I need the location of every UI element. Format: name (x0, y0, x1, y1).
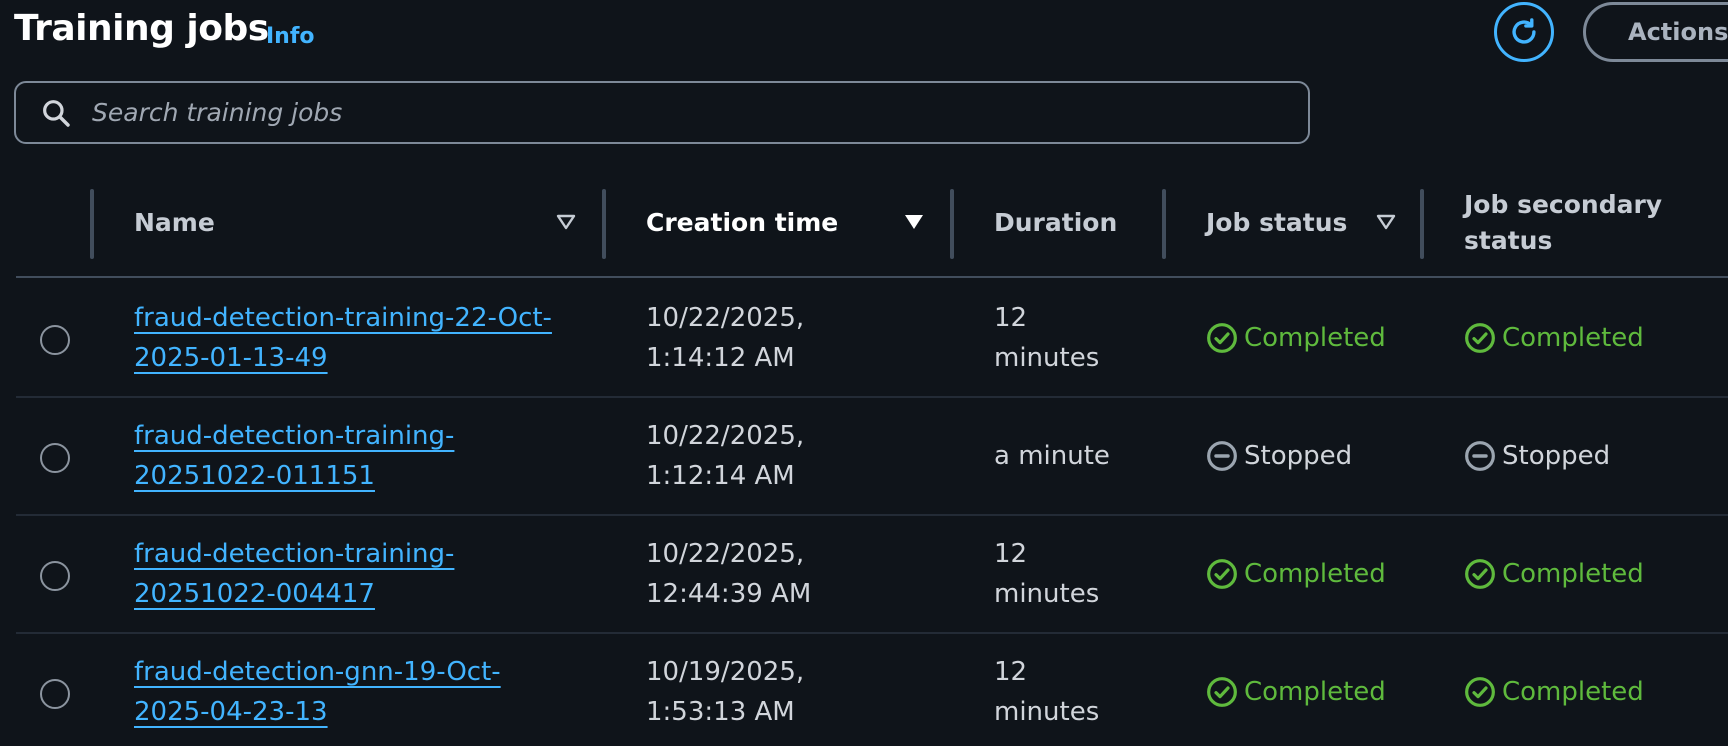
job-name-link[interactable]: fraud-detection-training-22-Oct- 2025-01… (134, 298, 552, 378)
job-secondary-status: Completed (1464, 318, 1644, 358)
refresh-button[interactable] (1494, 2, 1554, 62)
row-select-radio[interactable] (40, 561, 70, 591)
sort-icon[interactable] (554, 210, 578, 234)
search-icon (43, 99, 70, 127)
page-title: Training jobs (14, 8, 269, 49)
duration: 12 minutes (994, 303, 1100, 373)
sort-icon[interactable] (1374, 210, 1398, 234)
row-select-radio[interactable] (40, 325, 70, 355)
duration: 12 minutes (994, 539, 1100, 609)
table-row[interactable]: fraud-detection-gnn-19-Oct- 2025-04-23-1… (16, 634, 1728, 746)
column-divider[interactable] (950, 189, 954, 259)
check-circle-icon (1207, 677, 1237, 707)
row-select-radio[interactable] (40, 679, 70, 709)
search-bar[interactable] (14, 81, 1310, 144)
column-header-job-status[interactable]: Job status (1206, 205, 1347, 241)
stopped-circle-icon (1207, 441, 1237, 471)
check-circle-icon (1465, 677, 1495, 707)
search-input[interactable] (90, 97, 1274, 128)
check-circle-icon (1465, 559, 1495, 589)
table-row[interactable]: fraud-detection-training- 20251022-01115… (16, 398, 1728, 516)
job-secondary-status: Completed (1464, 672, 1644, 712)
duration: a minute (994, 441, 1110, 471)
job-status: Completed (1206, 554, 1386, 594)
job-name-link[interactable]: fraud-detection-gnn-19-Oct- 2025-04-23-1… (134, 652, 501, 732)
job-status: Completed (1206, 672, 1386, 712)
refresh-icon (1512, 18, 1536, 44)
job-name-link[interactable]: fraud-detection-training- 20251022-01115… (134, 416, 454, 496)
table-header: Name Creation time Duration Job status J… (16, 185, 1728, 278)
actions-button[interactable]: Actions (1583, 2, 1728, 62)
column-header-job-secondary-status[interactable]: Job secondary status (1464, 187, 1662, 259)
column-divider[interactable] (602, 189, 606, 259)
job-status: Completed (1206, 318, 1386, 358)
duration: 12 minutes (994, 657, 1100, 727)
job-name-link[interactable]: fraud-detection-training- 20251022-00441… (134, 534, 454, 614)
column-header-duration[interactable]: Duration (994, 205, 1117, 241)
table-row[interactable]: fraud-detection-training-22-Oct- 2025-01… (16, 280, 1728, 398)
table-row[interactable]: fraud-detection-training- 20251022-00441… (16, 516, 1728, 634)
row-select-radio[interactable] (40, 443, 70, 473)
job-secondary-status: Completed (1464, 554, 1644, 594)
sort-descending-icon[interactable] (902, 210, 926, 234)
column-divider[interactable] (1162, 189, 1166, 259)
creation-time: 10/22/2025, 1:14:12 AM (646, 303, 805, 373)
check-circle-icon (1207, 323, 1237, 353)
info-link[interactable]: Info (266, 24, 315, 49)
column-header-creation-time[interactable]: Creation time (646, 205, 838, 241)
job-secondary-status: Stopped (1464, 436, 1610, 476)
check-circle-icon (1207, 559, 1237, 589)
column-header-name[interactable]: Name (134, 205, 215, 241)
column-divider[interactable] (1420, 189, 1424, 259)
column-divider[interactable] (90, 189, 94, 259)
creation-time: 10/19/2025, 1:53:13 AM (646, 657, 805, 727)
training-jobs-page: Training jobs Info Actions Name Creation… (0, 0, 1728, 746)
stopped-circle-icon (1465, 441, 1495, 471)
job-status: Stopped (1206, 436, 1352, 476)
creation-time: 10/22/2025, 1:12:14 AM (646, 421, 805, 491)
check-circle-icon (1465, 323, 1495, 353)
creation-time: 10/22/2025, 12:44:39 AM (646, 539, 812, 609)
